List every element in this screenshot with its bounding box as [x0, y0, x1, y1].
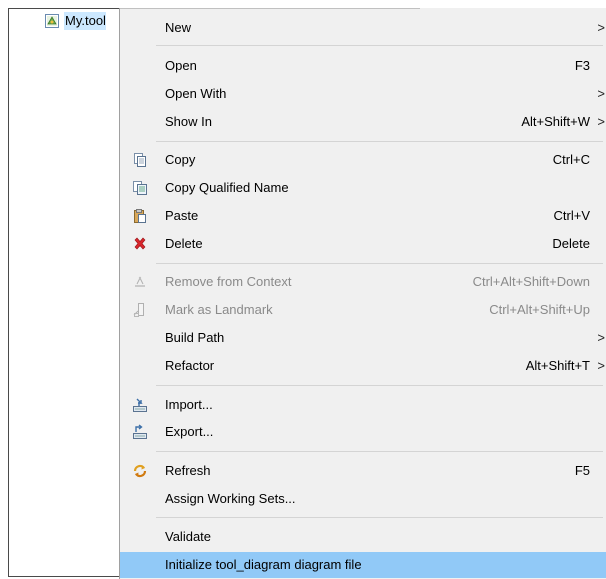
submenu-arrow-icon: > [597, 358, 605, 373]
menu-item-open-with[interactable]: Open With > [120, 81, 606, 107]
menu-item-paste[interactable]: Paste Ctrl+V [120, 203, 606, 229]
menu-item-shortcut: Ctrl+Alt+Shift+Up [489, 302, 590, 317]
menu-item-mark-as-landmark: Mark as Landmark Ctrl+Alt+Shift+Up [120, 297, 606, 323]
menu-item-show-in[interactable]: Show In Alt+Shift+W > [120, 109, 606, 135]
menu-item-label: Copy [165, 152, 196, 167]
menu-item-export[interactable]: Export... [120, 419, 606, 445]
diagram-file-icon [44, 13, 60, 29]
remove-from-context-icon [132, 274, 148, 290]
menu-item-label: Copy Qualified Name [165, 180, 289, 195]
context-menu: New > Open F3 Open With > Show In Alt+Sh… [119, 8, 606, 579]
menu-item-label: Delete [165, 236, 203, 251]
menu-item-label: Export... [165, 424, 214, 439]
menu-item-copy[interactable]: Copy Ctrl+C [120, 147, 606, 173]
menu-separator [156, 517, 603, 518]
menu-item-label: Build Path [165, 330, 225, 345]
menu-separator [156, 45, 603, 46]
menu-item-build-path[interactable]: Build Path > [120, 325, 606, 351]
menu-item-shortcut: F3 [574, 58, 590, 73]
menu-item-label: Paste [165, 208, 199, 223]
menu-item-copy-qualified-name[interactable]: Copy Qualified Name [120, 175, 606, 201]
menu-item-label: Open [165, 58, 197, 73]
tree-item-file[interactable]: My.tool [44, 11, 106, 31]
menu-top-border [120, 8, 420, 9]
submenu-arrow-icon: > [597, 114, 605, 129]
menu-item-label: Refactor [165, 358, 215, 373]
menu-separator [156, 385, 603, 386]
menu-item-shortcut: Ctrl+Alt+Shift+Down [472, 274, 590, 289]
menu-item-label: Open With [165, 86, 227, 101]
copy-icon [132, 152, 148, 168]
menu-item-shortcut: Alt+Shift+T [525, 358, 590, 373]
copy-qualified-name-icon [132, 180, 148, 196]
export-icon [132, 424, 148, 440]
submenu-arrow-icon: > [597, 20, 605, 35]
menu-item-label: Mark as Landmark [165, 302, 273, 317]
menu-item-shortcut: Ctrl+C [552, 152, 590, 167]
menu-item-label: Initialize tool_diagram diagram file [165, 557, 362, 572]
menu-item-label: Remove from Context [165, 274, 292, 289]
menu-item-import[interactable]: Import... [120, 392, 606, 418]
menu-item-new[interactable]: New > [120, 15, 606, 41]
import-icon [132, 397, 148, 413]
submenu-arrow-icon: > [597, 330, 605, 345]
menu-item-shortcut: Ctrl+V [553, 208, 590, 223]
refresh-icon [132, 463, 148, 479]
menu-item-shortcut: Delete [552, 236, 590, 251]
menu-item-label: Import... [165, 397, 213, 412]
menu-separator [156, 263, 603, 264]
menu-item-assign-working-sets[interactable]: Assign Working Sets... [120, 486, 606, 512]
menu-item-remove-from-context: Remove from Context Ctrl+Alt+Shift+Down [120, 269, 606, 295]
submenu-arrow-icon: > [597, 86, 605, 101]
tree-item-label: My.tool [64, 12, 106, 30]
menu-item-delete[interactable]: Delete Delete [120, 231, 606, 257]
menu-item-shortcut: Alt+Shift+W [521, 114, 590, 129]
menu-item-label: Assign Working Sets... [165, 491, 296, 506]
menu-item-shortcut: F5 [574, 463, 590, 478]
menu-item-label: Refresh [165, 463, 211, 478]
menu-item-label: Show In [165, 114, 212, 129]
menu-item-refactor[interactable]: Refactor Alt+Shift+T > [120, 353, 606, 379]
paste-icon [132, 208, 148, 224]
delete-icon [132, 236, 148, 252]
menu-item-initialize-diagram-file[interactable]: Initialize tool_diagram diagram file [120, 552, 606, 578]
menu-separator [156, 141, 603, 142]
menu-item-validate[interactable]: Validate [120, 524, 606, 550]
menu-item-label: New [165, 20, 192, 35]
menu-item-refresh[interactable]: Refresh F5 [120, 458, 606, 484]
menu-separator [156, 451, 603, 452]
menu-item-label: Validate [165, 529, 212, 544]
menu-item-open[interactable]: Open F3 [120, 53, 606, 79]
mark-landmark-icon [132, 302, 148, 318]
